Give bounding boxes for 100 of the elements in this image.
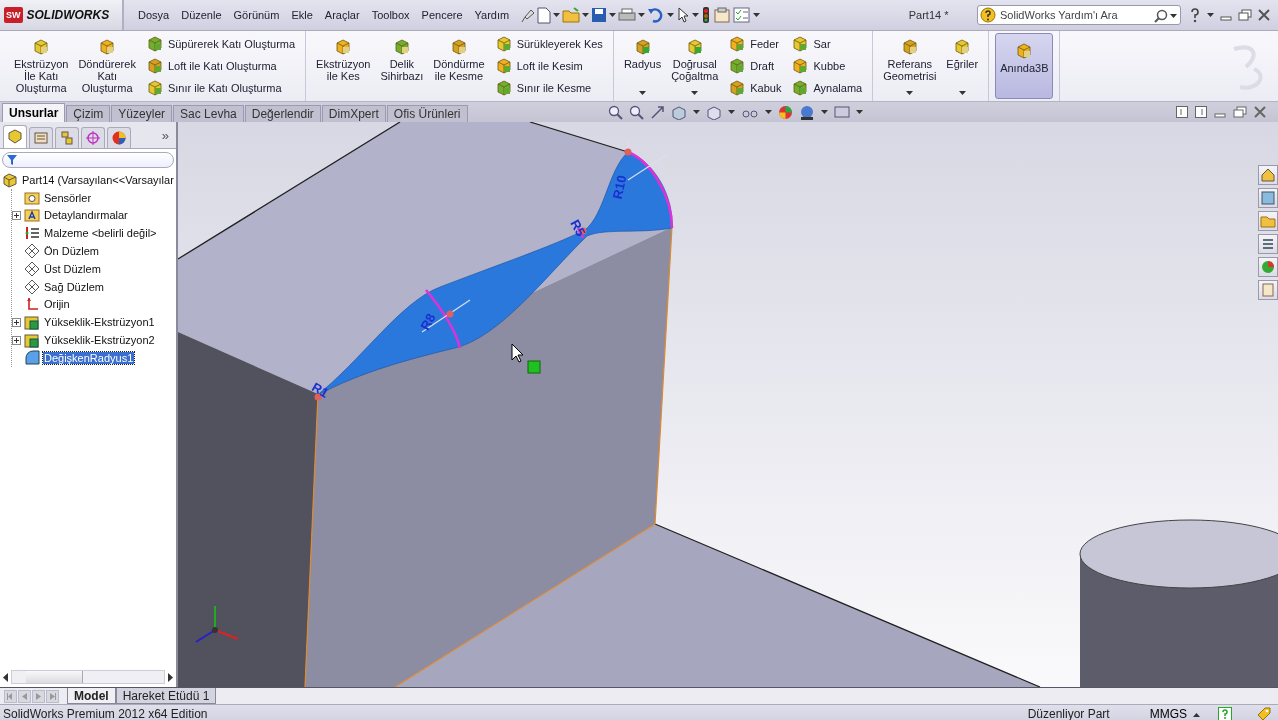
caret-icon[interactable]: [638, 12, 646, 18]
units-button[interactable]: MMGS: [1149, 707, 1200, 720]
caret-icon[interactable]: [753, 12, 761, 18]
tree-item[interactable]: Malzeme <belirli değil>: [43, 227, 158, 240]
print-icon[interactable]: [618, 7, 637, 23]
more-tabs-button[interactable]: »: [157, 127, 173, 143]
tree-item[interactable]: Yükseklik-Ekstrüzyon1: [43, 316, 156, 329]
ribbon-button[interactable]: Ekstrüzyon ile Kes: [312, 33, 375, 99]
caret-icon[interactable]: [553, 12, 561, 18]
help-icon[interactable]: [1189, 7, 1201, 23]
menu-item[interactable]: Görünüm: [227, 7, 286, 23]
caret-icon[interactable]: [820, 109, 828, 115]
panel-tab[interactable]: [81, 127, 105, 148]
help-search-field[interactable]: SolidWorks Yardım'ı Ara: [977, 5, 1181, 25]
caret-icon[interactable]: [727, 109, 735, 115]
menu-item[interactable]: Düzenle: [175, 7, 228, 23]
ribbon-button[interactable]: Aynalama: [789, 78, 865, 98]
caret-icon[interactable]: [855, 109, 863, 115]
traffic-light-icon[interactable]: [701, 6, 712, 24]
filter-field[interactable]: [2, 152, 174, 168]
ribbon-button[interactable]: Doğrusal Çoğaltma: [667, 33, 723, 99]
save-icon[interactable]: [591, 7, 608, 23]
pointer-icon[interactable]: [676, 7, 691, 23]
command-tab[interactable]: Unsurlar: [2, 103, 66, 122]
close-icon[interactable]: [1254, 106, 1266, 118]
expand-icon[interactable]: [12, 317, 21, 327]
ribbon-button[interactable]: Ekstrüzyon İle Katı Oluşturma: [10, 33, 73, 99]
tile-left-icon[interactable]: [1176, 106, 1188, 118]
command-tab[interactable]: Değerlendir: [244, 105, 321, 122]
ribbon-button[interactable]: Loft ile Kesim: [492, 56, 605, 76]
command-tab[interactable]: Çizim: [66, 105, 111, 122]
ribbon-button[interactable]: Radyus: [619, 33, 666, 99]
tree-item[interactable]: Yükseklik-Ekstrüzyon2: [43, 334, 156, 347]
task-pane-tab[interactable]: [1258, 257, 1278, 277]
task-pane-tab[interactable]: [1258, 188, 1278, 208]
menu-item[interactable]: Araçlar: [318, 7, 366, 23]
tile-right-icon[interactable]: [1195, 106, 1207, 118]
new-document-icon[interactable]: [537, 6, 552, 24]
ribbon-button[interactable]: Döndürme ile Kesme: [429, 33, 489, 99]
tree-item[interactable]: Detaylandırmalar: [43, 209, 129, 222]
command-tab[interactable]: Ofis Ürünleri: [386, 105, 468, 122]
ribbon-button[interactable]: Delik Sihirbazı: [376, 33, 428, 99]
tree-item[interactable]: Orijin: [43, 298, 71, 311]
ribbon-button[interactable]: Süpürerek Katı Oluşturma: [143, 34, 298, 54]
dimension-label[interactable]: R5: [567, 217, 589, 239]
command-tab[interactable]: DimXpert: [321, 105, 386, 122]
tree-item[interactable]: Sensörler: [43, 191, 93, 204]
ribbon-button[interactable]: Feder: [726, 34, 784, 54]
ribbon-button[interactable]: Sınır ile Katı Oluşturma: [143, 78, 298, 98]
ribbon-button[interactable]: Referans Geometrisi: [879, 33, 941, 99]
task-pane-tab[interactable]: [1258, 165, 1278, 185]
checklist-icon[interactable]: [733, 7, 752, 23]
command-tab[interactable]: Yüzeyler: [111, 105, 173, 122]
search-icon[interactable]: [1154, 9, 1168, 23]
expand-icon[interactable]: [12, 211, 21, 220]
tree-item[interactable]: Ön Düzlem: [43, 245, 101, 258]
menu-item[interactable]: Dosya: [132, 7, 176, 23]
dimension-label[interactable]: R1: [309, 379, 332, 401]
ribbon-button[interactable]: Sınır ile Kesme: [492, 78, 605, 98]
caret-icon[interactable]: [1170, 13, 1177, 19]
ribbon-button[interactable]: Sar: [789, 34, 865, 54]
panel-tab[interactable]: [55, 127, 79, 148]
tree-item[interactable]: Part14 (Varsayılan<<Varsayılar: [21, 173, 175, 186]
caret-icon[interactable]: [692, 109, 700, 115]
tag-icon[interactable]: [1256, 706, 1272, 720]
scroll-left-icon[interactable]: [2, 672, 9, 682]
zoom-icon[interactable]: [628, 104, 644, 120]
ribbon-button[interactable]: Döndürerek Katı Oluşturma: [74, 33, 140, 99]
model-tab[interactable]: Hareket Etüdü 1: [115, 688, 217, 704]
menu-item[interactable]: Ekle: [285, 7, 319, 23]
ribbon-button[interactable]: Kabuk: [726, 78, 784, 98]
drag-handle[interactable]: [527, 360, 541, 374]
command-tab[interactable]: Sac Levha: [173, 105, 244, 122]
zoom-icon[interactable]: [607, 104, 623, 120]
ribbon-button[interactable]: Sürükleyerek Kes: [492, 34, 605, 54]
model-tab[interactable]: Model: [67, 688, 116, 704]
ribbon-button[interactable]: Kubbe: [789, 56, 865, 76]
caret-icon[interactable]: [906, 91, 914, 96]
menu-item[interactable]: Pencere: [415, 7, 469, 23]
panel-tab[interactable]: [3, 125, 27, 148]
scrollbar-thumb[interactable]: [26, 671, 83, 683]
menu-item[interactable]: Toolbox: [365, 7, 416, 23]
color-sphere-icon[interactable]: [777, 104, 793, 120]
tree-item[interactable]: Üst Düzlem: [43, 262, 102, 275]
caret-icon[interactable]: [692, 12, 700, 18]
caret-icon[interactable]: [1207, 12, 1214, 18]
ribbon-button[interactable]: Eğriler: [942, 33, 983, 99]
caret-icon[interactable]: [958, 91, 966, 96]
tree-item[interactable]: Sağ Düzlem: [43, 280, 105, 293]
panel-tab[interactable]: [107, 127, 131, 148]
caret-icon[interactable]: [764, 109, 772, 115]
close-icon[interactable]: [1258, 9, 1270, 21]
caret-icon[interactable]: [609, 12, 617, 18]
caret-icon[interactable]: [639, 91, 646, 96]
restore-icon[interactable]: [1238, 9, 1252, 21]
caret-icon[interactable]: [667, 12, 675, 18]
expand-icon[interactable]: [12, 335, 21, 345]
ribbon-button[interactable]: Draft: [726, 56, 784, 76]
ribbon-button[interactable]: Loft ile Katı Oluşturma: [143, 56, 298, 76]
tree-item[interactable]: DeğişkenRadyus1: [43, 351, 135, 364]
